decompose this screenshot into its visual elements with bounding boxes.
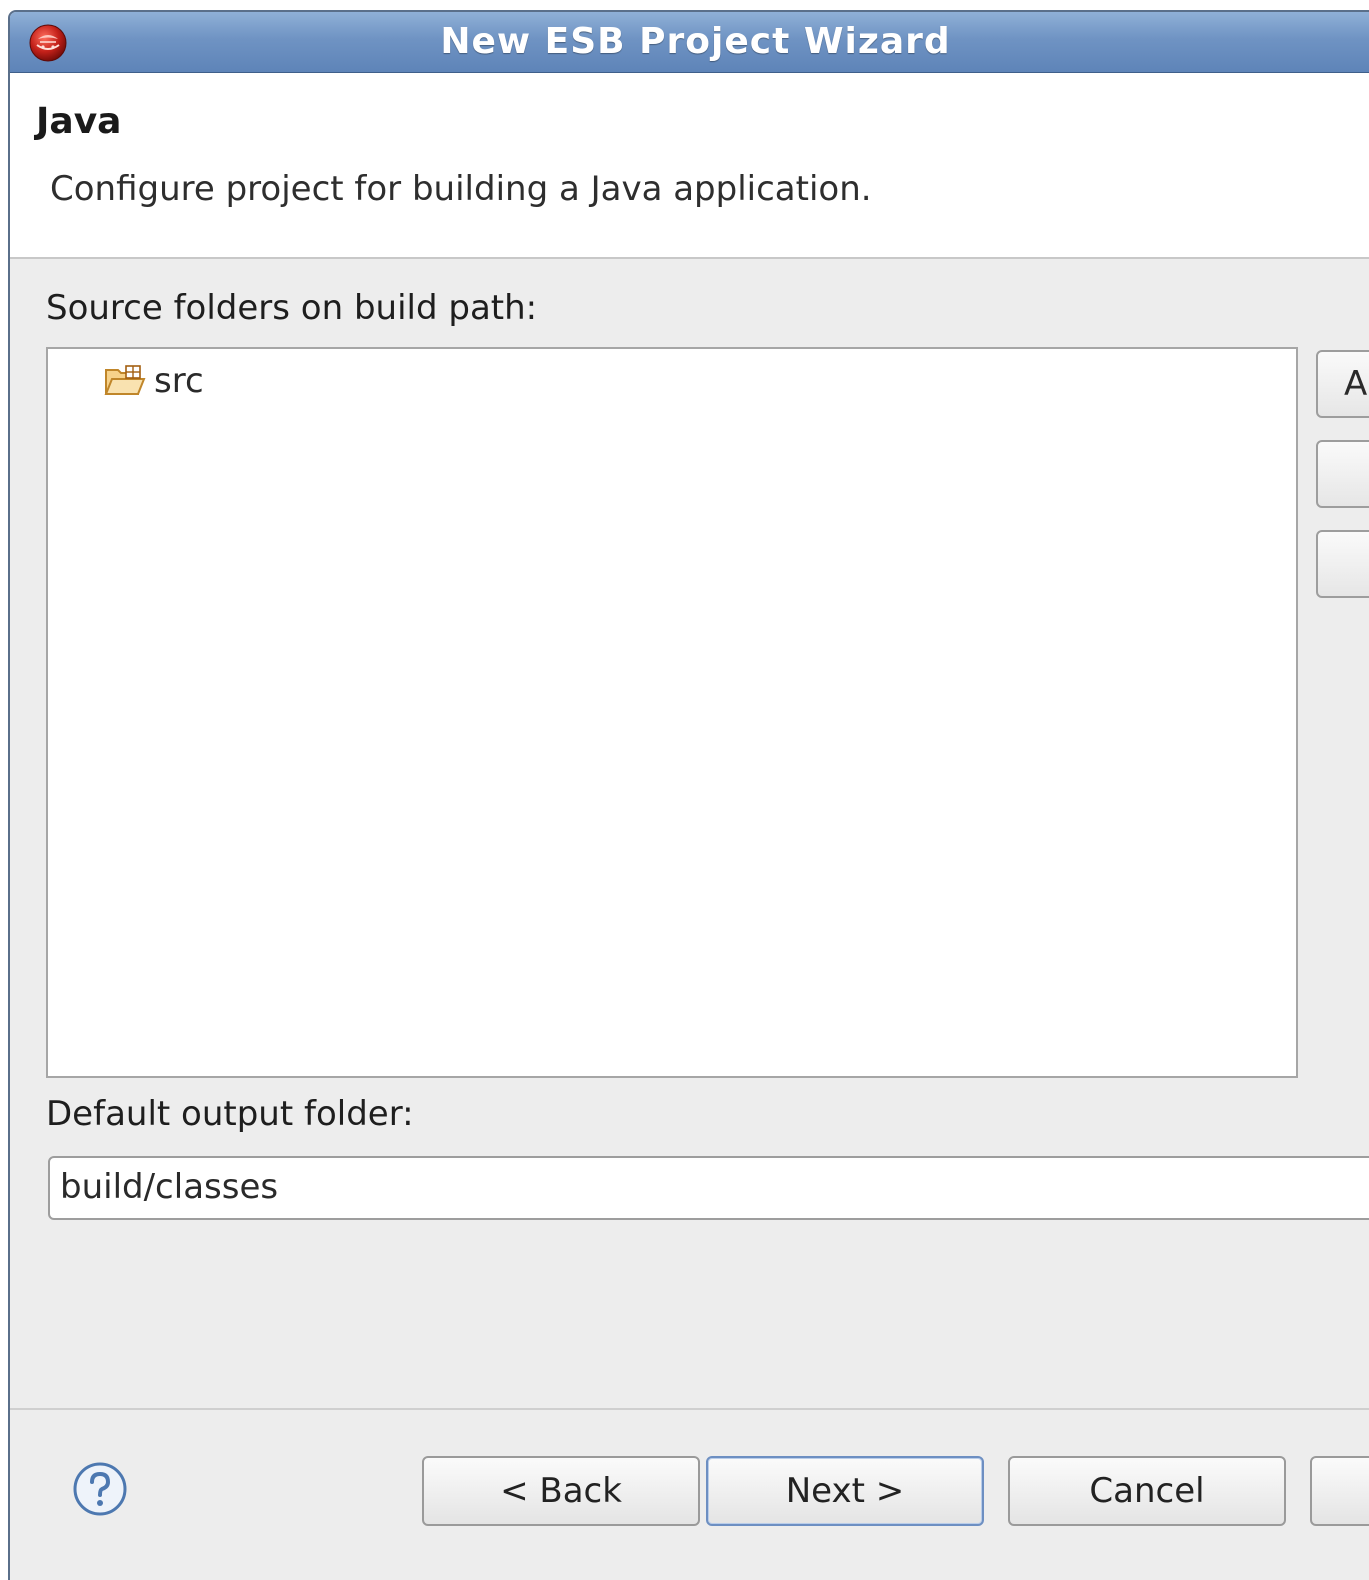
output-folder-label: Default output folder:: [46, 1094, 414, 1134]
source-folders-list[interactable]: src: [46, 347, 1298, 1078]
source-folder-icon: [104, 365, 146, 395]
back-button[interactable]: < Back: [422, 1456, 700, 1526]
cancel-button[interactable]: Cancel: [1008, 1456, 1286, 1526]
window-title: New ESB Project Wizard: [440, 21, 951, 62]
remove-folder-button[interactable]: [1316, 530, 1369, 598]
tree-item-src[interactable]: src: [104, 361, 204, 401]
next-button[interactable]: Next >: [706, 1456, 984, 1526]
page-title: Java: [36, 101, 122, 142]
add-folder-button[interactable]: A: [1316, 350, 1369, 418]
tree-item-label: src: [154, 361, 204, 401]
output-folder-field[interactable]: build/classes: [48, 1156, 1369, 1220]
page-description: Configure project for building a Java ap…: [50, 169, 872, 209]
source-folders-label: Source folders on build path:: [46, 288, 538, 328]
edit-folder-button[interactable]: [1316, 440, 1369, 508]
wizard-header: Java Configure project for building a Ja…: [10, 73, 1369, 259]
finish-button[interactable]: [1310, 1456, 1369, 1526]
help-icon[interactable]: [72, 1461, 128, 1517]
wizard-window: New ESB Project Wizard Java Configure pr…: [8, 10, 1369, 1580]
footer-separator: [10, 1408, 1369, 1410]
title-bar[interactable]: New ESB Project Wizard: [10, 12, 1369, 73]
